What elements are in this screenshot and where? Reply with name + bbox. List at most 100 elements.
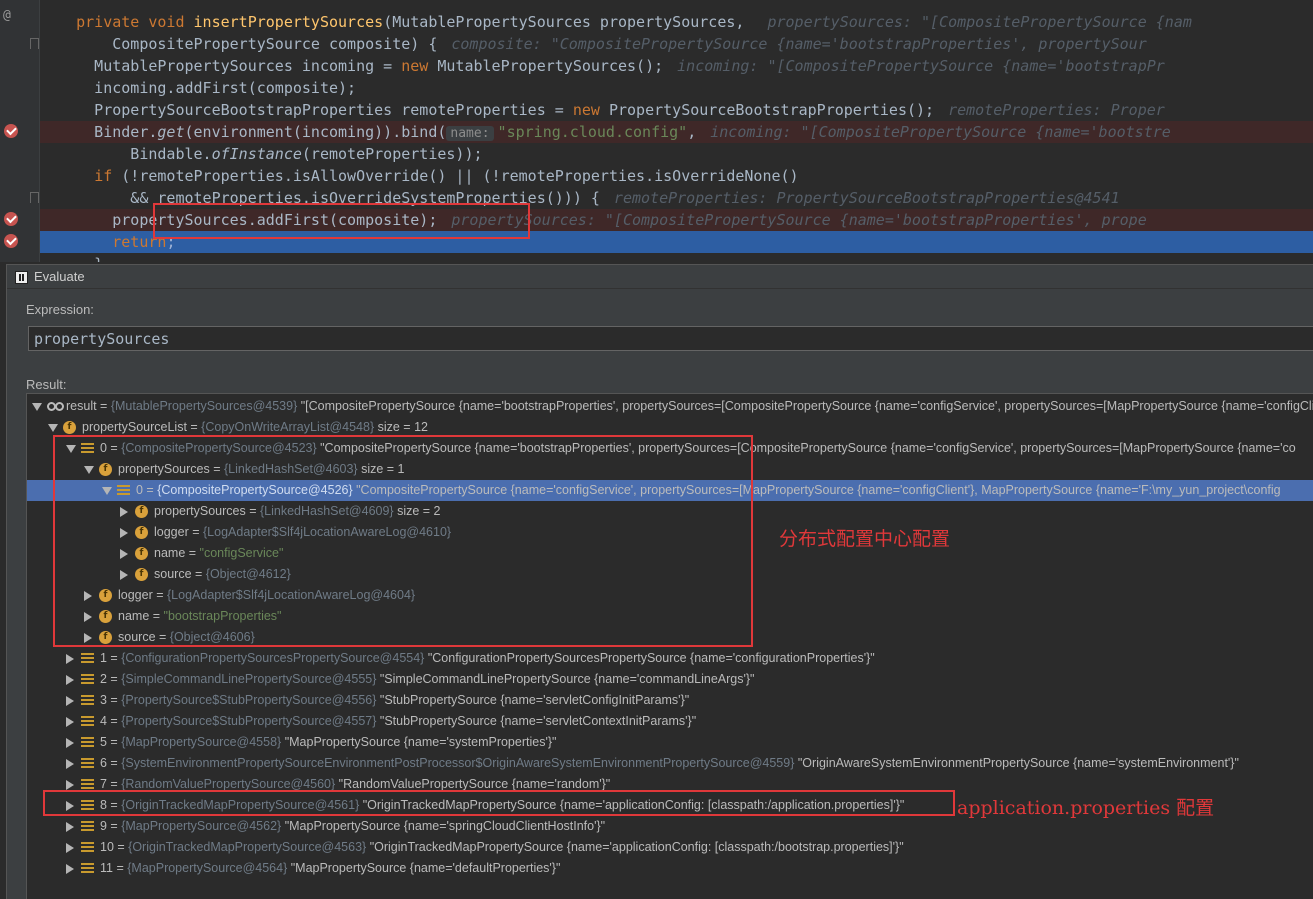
expression-input[interactable]: propertySources [28,326,1313,351]
tree-node[interactable]: 10 = {OriginTrackedMapPropertySource@456… [27,837,1313,858]
code-line[interactable]: Bindable.ofInstance(remoteProperties)); [40,143,1313,165]
code-token: (environment(incoming)).bind( [184,123,447,141]
annotation-application-properties: application.properties 配置 [957,797,1215,819]
node-name: 3 [100,693,107,707]
breakpoint-icon[interactable] [4,124,18,138]
code-text: PropertySourceBootstrapProperties remote… [40,101,1165,119]
inline-debug-value: propertySources: "[CompositePropertySour… [451,211,1147,229]
equals-sign: = [112,861,128,875]
collapse-arrow-icon[interactable] [66,780,74,790]
node-name: 4 [100,714,107,728]
editor-gutter[interactable]: @ [0,0,40,262]
node-name: 5 [100,735,107,749]
fold-marker-icon[interactable] [30,192,39,203]
code-token: new [401,57,438,75]
code-editor[interactable]: @ private void insertPropertySources(Mut… [0,0,1313,262]
breakpoint-icon[interactable] [4,212,18,226]
tree-node-text: result = {MutablePropertySources@4539} "… [66,396,1313,417]
highlight-box-addfirst [153,203,530,239]
node-type: {ConfigurationPropertySourcesPropertySou… [121,651,428,665]
code-token: MutablePropertySources incoming = [40,57,402,75]
code-token: new [572,101,609,119]
code-line[interactable]: private void insertPropertySources(Mutab… [40,11,1313,33]
code-line[interactable]: Binder.get(environment(incoming)).bind(n… [40,121,1313,143]
node-value: "OriginTrackedMapPropertySource {name='a… [369,840,904,854]
code-text: incoming.addFirst(composite); [40,79,356,97]
expand-arrow-icon[interactable] [32,403,42,411]
equals-sign: = [106,819,122,833]
equals-sign: = [96,399,111,413]
tree-node-text: 1 = {ConfigurationPropertySourcesPropert… [100,648,875,669]
array-element-icon [81,821,94,832]
code-line[interactable]: PropertySourceBootstrapProperties remote… [40,99,1313,121]
node-value: "MapPropertySource {name='defaultPropert… [290,861,561,875]
code-token: } [40,255,103,262]
collapse-arrow-icon[interactable] [66,822,74,832]
tree-node[interactable]: 1 = {ConfigurationPropertySourcesPropert… [27,648,1313,669]
tree-node[interactable]: 3 = {PropertySource$StubPropertySource@4… [27,690,1313,711]
node-type: {OriginTrackedMapPropertySource@4563} [128,840,370,854]
override-marker-icon[interactable]: @ [3,8,11,23]
equals-sign: = [106,672,122,686]
collapse-arrow-icon[interactable] [66,864,74,874]
array-element-icon [81,737,94,748]
node-type: {MapPropertySource@4564} [127,861,291,875]
collapse-arrow-icon[interactable] [66,759,74,769]
field-icon: f [63,421,76,434]
intellij-logo-icon [15,271,28,284]
breakpoint-icon[interactable] [4,234,18,248]
equals-sign: = [113,840,129,854]
node-name: 6 [100,756,107,770]
inline-debug-value: propertySources: "[CompositePropertySour… [767,13,1192,31]
code-line[interactable]: CompositePropertySource composite) { comp… [40,33,1313,55]
code-token: MutablePropertySources(); [437,57,664,75]
code-token: incoming.addFirst(composite); [40,79,357,97]
highlight-box-config-center [53,435,753,647]
code-text: Binder.get(environment(incoming)).bind(n… [40,123,1171,141]
code-token: Bindable. [40,145,212,163]
tree-node[interactable]: 5 = {MapPropertySource@4558} "MapPropert… [27,732,1313,753]
tree-node[interactable]: 2 = {SimpleCommandLinePropertySource@455… [27,669,1313,690]
array-element-icon [81,863,94,874]
collapse-arrow-icon[interactable] [66,675,74,685]
code-text: private void insertPropertySources(Mutab… [40,13,1192,31]
dialog-titlebar[interactable]: Evaluate [7,265,1313,289]
code-text: CompositePropertySource composite) { comp… [40,35,1147,53]
inline-debug-value: composite: "CompositePropertySource {nam… [451,35,1147,53]
code-text: Bindable.ofInstance(remoteProperties)); [40,145,482,163]
code-line[interactable]: if (!remoteProperties.isAllowOverride() … [40,165,1313,187]
tree-node[interactable]: 11 = {MapPropertySource@4564} "MapProper… [27,858,1313,879]
tree-node[interactable]: 4 = {PropertySource$StubPropertySource@4… [27,711,1313,732]
node-name: 1 [100,651,107,665]
node-value: "MapPropertySource {name='springCloudCli… [284,819,606,833]
fold-marker-icon[interactable] [30,38,39,49]
node-type: {PropertySource$StubPropertySource@4557} [121,714,380,728]
code-line[interactable]: } [40,253,1313,262]
code-token: PropertySourceBootstrapProperties remote… [40,101,573,119]
annotation-config-center: 分布式配置中心配置 [779,528,951,550]
inline-debug-value: remoteProperties: Proper [948,101,1165,119]
node-type: {PropertySource$StubPropertySource@4556} [121,693,380,707]
tree-node[interactable]: result = {MutablePropertySources@4539} "… [27,396,1313,417]
tree-node-text: 10 = {OriginTrackedMapPropertySource@456… [100,837,904,858]
node-name: propertySourceList [82,420,187,434]
watch-result-icon [47,402,64,411]
collapse-arrow-icon[interactable] [66,738,74,748]
code-line[interactable]: MutablePropertySources incoming = new Mu… [40,55,1313,77]
collapse-arrow-icon[interactable] [66,696,74,706]
collapse-arrow-icon[interactable] [66,717,74,727]
tree-node-text: 6 = {SystemEnvironmentPropertySourceEnvi… [100,753,1239,774]
code-token: PropertySourceBootstrapProperties(); [608,101,935,119]
equals-sign: = [106,714,122,728]
node-type: {MutablePropertySources@4539} [110,399,301,413]
collapse-arrow-icon[interactable] [66,843,74,853]
code-line[interactable]: incoming.addFirst(composite); [40,77,1313,99]
expand-arrow-icon[interactable] [48,424,58,432]
tree-node[interactable]: 6 = {SystemEnvironmentPropertySourceEnvi… [27,753,1313,774]
highlight-box-application-properties [43,790,955,816]
code-token: CompositePropertySource composite) { [40,35,438,53]
array-element-icon [81,758,94,769]
expression-label: Expression: [26,302,94,317]
collapse-arrow-icon[interactable] [66,654,74,664]
